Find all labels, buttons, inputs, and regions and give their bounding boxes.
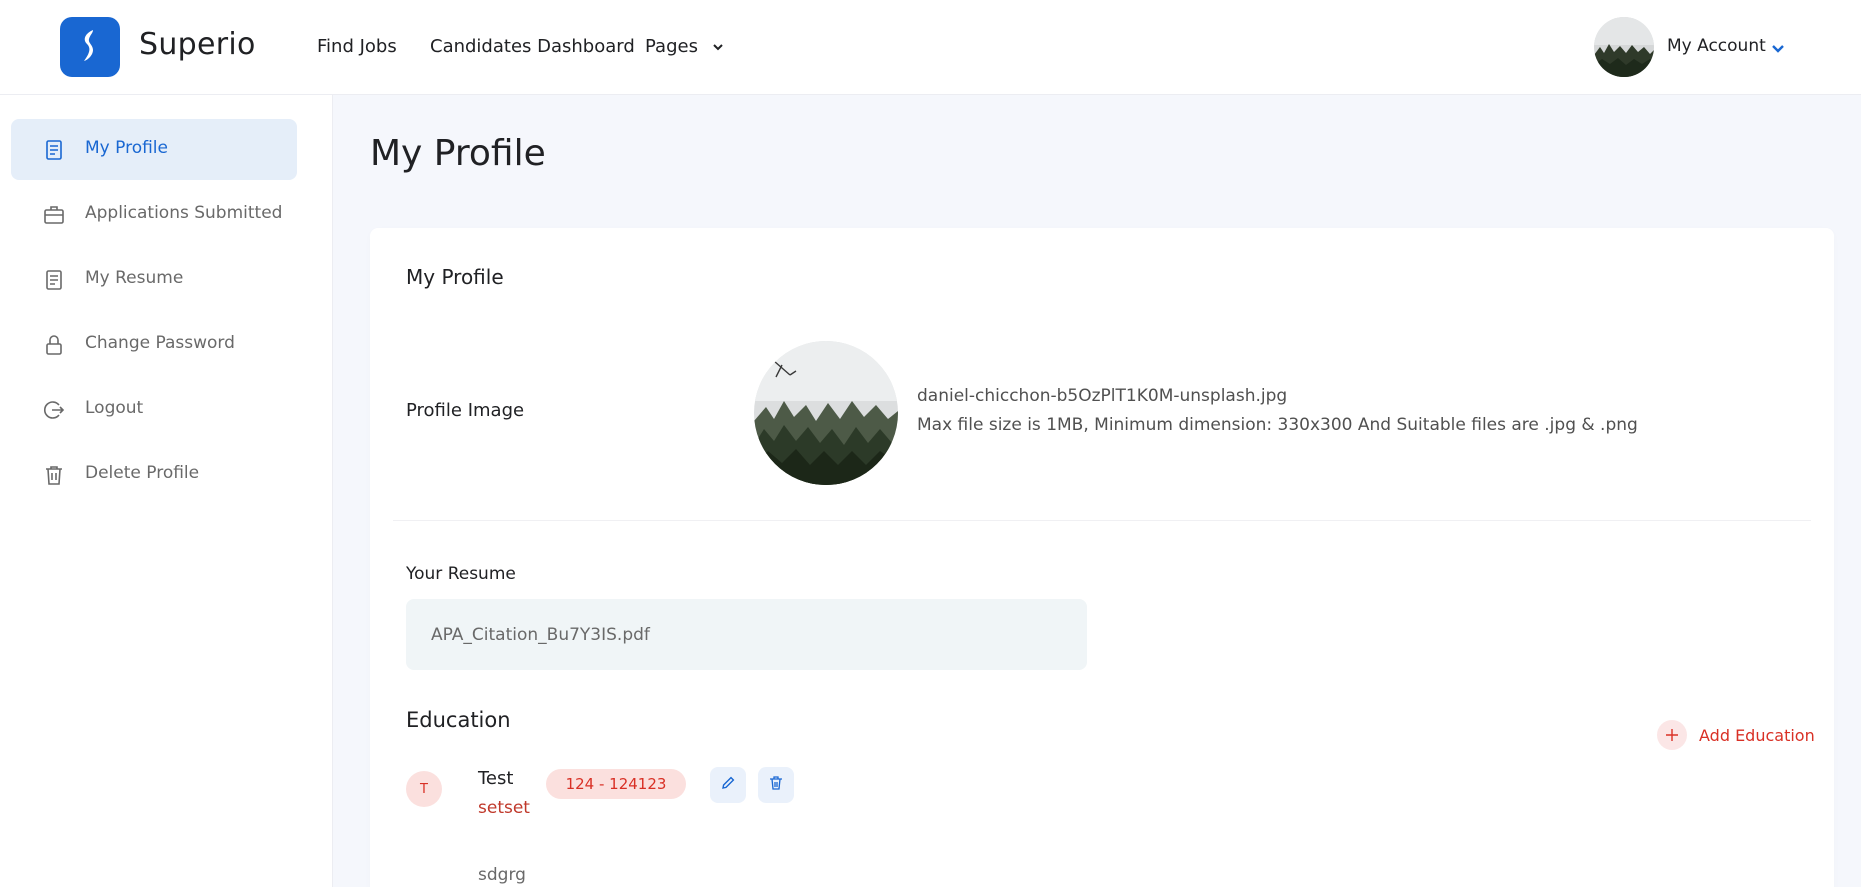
education-name: Test (478, 768, 514, 789)
document-icon (43, 139, 65, 161)
nav-pages-label: Pages (645, 36, 698, 57)
card-title: My Profile (406, 265, 504, 289)
plus-icon (1657, 720, 1687, 750)
delete-education-button[interactable] (758, 767, 794, 803)
briefcase-icon (43, 204, 65, 226)
sidebar-item-label: Logout (85, 398, 144, 418)
add-education-label: Add Education (1699, 725, 1815, 745)
logout-icon (43, 399, 65, 421)
nav-find-jobs[interactable]: Find Jobs (317, 36, 397, 57)
edit-education-button[interactable] (710, 767, 746, 803)
sidebar-item-label: Change Password (85, 333, 235, 353)
sidebar: My Profile Applications Submitted My Res… (0, 95, 333, 887)
resume-field[interactable] (406, 599, 1087, 670)
profile-image[interactable] (754, 341, 898, 485)
sidebar-item-applications-submitted[interactable]: Applications Submitted (11, 184, 297, 245)
education-marker: T (406, 771, 442, 807)
top-header: Superio Find Jobs Candidates Dashboard P… (0, 0, 1861, 95)
sidebar-item-my-profile[interactable]: My Profile (11, 119, 297, 180)
trash-icon (768, 775, 784, 795)
sidebar-item-label: My Profile (85, 138, 168, 158)
section-divider (393, 520, 1811, 521)
my-account-label[interactable]: My Account (1667, 36, 1766, 56)
page-title: My Profile (370, 133, 546, 174)
brand-name[interactable]: Superio (139, 27, 256, 62)
profile-image-label: Profile Image (406, 400, 525, 421)
sidebar-item-change-password[interactable]: Change Password (11, 314, 297, 375)
education-years-badge: 124 - 124123 (546, 769, 686, 799)
chevron-down-icon (712, 37, 724, 58)
resume-label: Your Resume (406, 564, 516, 584)
sidebar-item-label: Applications Submitted (85, 203, 283, 223)
lock-icon (43, 334, 65, 356)
education-institution: setset (478, 798, 530, 818)
pencil-icon (720, 775, 736, 795)
profile-file-hint: Max file size is 1MB, Minimum dimension:… (917, 415, 1638, 435)
add-education-button[interactable]: Add Education (1657, 720, 1815, 750)
account-avatar[interactable] (1594, 17, 1654, 77)
nav-pages[interactable]: Pages (645, 36, 724, 58)
sidebar-item-label: My Resume (85, 268, 184, 288)
profile-file-name: daniel-chicchon-b5OzPlT1K0M-unsplash.jpg (917, 386, 1288, 406)
trash-icon (43, 464, 65, 486)
education-title: Education (406, 708, 511, 732)
chevron-down-icon[interactable] (1771, 40, 1785, 59)
sidebar-item-my-resume[interactable]: My Resume (11, 249, 297, 310)
superio-logo-icon[interactable] (60, 17, 120, 77)
education-description: sdgrg (478, 865, 526, 885)
sidebar-item-label: Delete Profile (85, 463, 200, 483)
profile-card: My Profile Profile Image daniel-chicchon… (370, 228, 1834, 887)
nav-candidates-dashboard[interactable]: Candidates Dashboard (430, 36, 635, 57)
sidebar-item-logout[interactable]: Logout (11, 379, 297, 440)
sidebar-item-delete-profile[interactable]: Delete Profile (11, 444, 297, 505)
resume-icon (43, 269, 65, 291)
